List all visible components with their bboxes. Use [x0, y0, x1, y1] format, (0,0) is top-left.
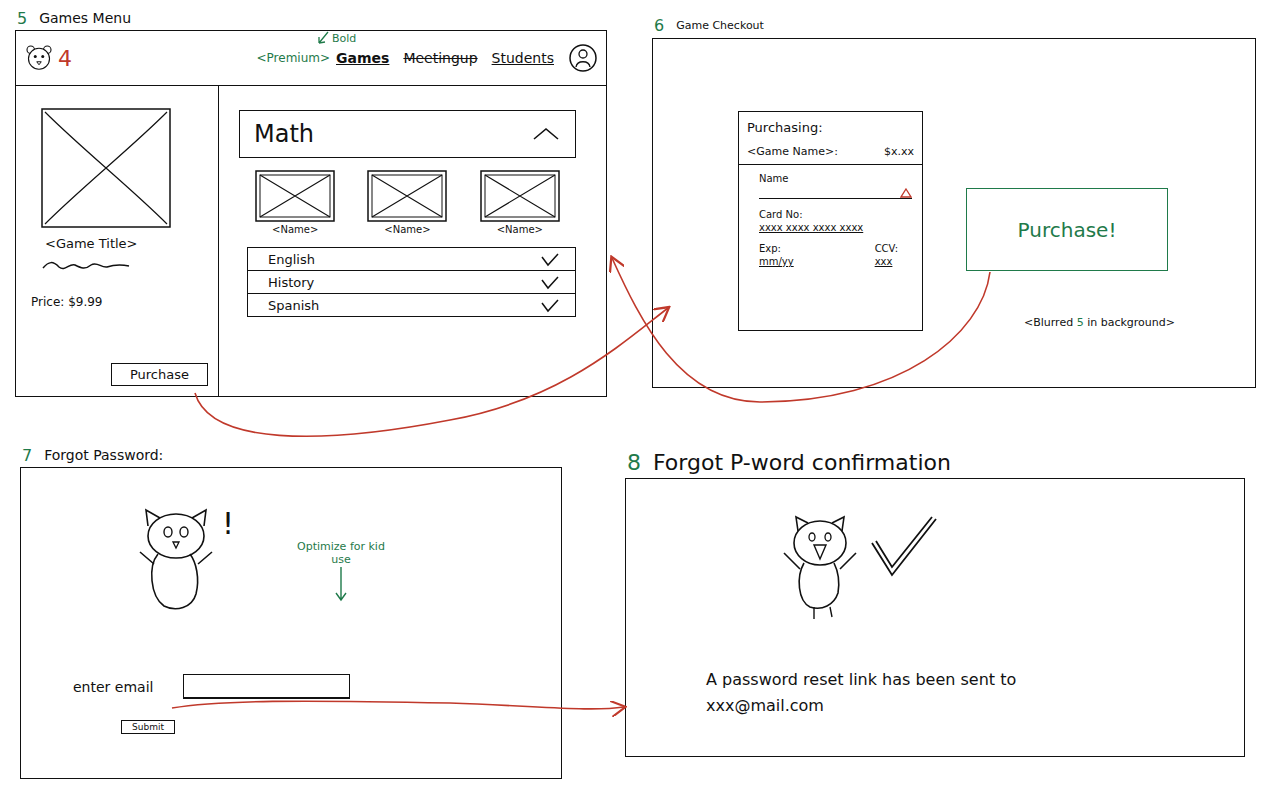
forgot-password-frame: ! Optimize for kid use enter email Submi…	[20, 467, 562, 779]
name-field[interactable]: Name	[739, 165, 922, 201]
nav-item[interactable]: Meetingup	[403, 50, 477, 66]
screen-title: Forgot P-word confirmation	[653, 450, 951, 475]
confirmation-group: 8 Forgot P-word confirmation A password …	[625, 446, 1245, 757]
thumbnail-placeholder-icon	[255, 170, 335, 222]
screen-label: 6 Game Checkout	[652, 12, 1256, 38]
subject-list: English History Spanish	[247, 247, 576, 317]
purchase-button[interactable]: Purchase	[111, 363, 208, 386]
screen-title: Games Menu	[39, 10, 131, 26]
subject-row[interactable]: History	[248, 271, 575, 294]
nav-item[interactable]: Students	[492, 50, 554, 66]
annotation-text: Optimize for kid use	[286, 540, 396, 566]
check-icon	[541, 253, 559, 267]
field-label: CCV:	[875, 243, 898, 254]
bear-mascot-icon	[136, 506, 216, 616]
bold-annotation: Bold	[316, 31, 356, 45]
chevron-up-icon	[531, 126, 561, 142]
subject-name: English	[268, 252, 315, 267]
subject-row[interactable]: English	[248, 248, 575, 271]
thumbnail-name: <Name>	[272, 224, 318, 235]
subject-dropdown[interactable]: Math	[239, 110, 576, 158]
flow-arrow	[172, 701, 624, 709]
checkout-group: 6 Game Checkout Purchasing: <Game Name>:…	[652, 12, 1256, 388]
short-field[interactable]: CCV: xxx	[855, 235, 908, 269]
field-label: Exp:	[759, 243, 794, 254]
field-label: Name	[759, 173, 912, 184]
game-image-placeholder-icon	[41, 108, 171, 228]
description-squiggle-icon	[41, 259, 131, 273]
wireframe-canvas: 5 Games Menu 4 <Premium> Games Meetingup S…	[0, 0, 1272, 788]
games-menu-frame: 4 <Premium> GamesMeetingupStudents Bold …	[15, 30, 607, 397]
flow-arrow	[612, 258, 990, 402]
purchase-confirm-button[interactable]: Purchase!	[966, 188, 1168, 271]
nav-item[interactable]: Games	[336, 50, 389, 66]
subject-row[interactable]: Spanish	[248, 294, 575, 316]
field-label: Card No:	[759, 209, 912, 220]
game-name: <Game Name>:	[747, 145, 838, 158]
happy-bear-check-icon	[776, 513, 946, 623]
field-value: xxx	[875, 256, 898, 267]
annotation-arrow-icon	[334, 566, 348, 602]
submit-button[interactable]: Submit	[121, 720, 175, 734]
screen-label: 7 Forgot Password:	[20, 443, 562, 467]
subject-name: History	[268, 275, 314, 290]
screen-number: 7	[22, 446, 32, 465]
screen-label: 5 Games Menu	[15, 6, 607, 30]
flow-arrow	[195, 308, 668, 436]
game-title: <Game Title>	[41, 236, 208, 251]
screen-number: 6	[654, 16, 664, 35]
logo-number: 4	[58, 46, 72, 71]
annotation-arrow-icon	[316, 31, 330, 45]
background-note: <Blurred 5 in background>	[966, 316, 1175, 329]
email-label: enter email	[73, 679, 153, 695]
premium-tag: <Premium>	[257, 51, 331, 65]
screen-number: 5	[17, 9, 27, 28]
games-menu-group: 5 Games Menu 4 <Premium> Games Meetingup S…	[15, 6, 607, 397]
check-icon	[541, 276, 559, 290]
thumbnail-name: <Name>	[497, 224, 543, 235]
screen-title: Game Checkout	[676, 19, 764, 32]
field-value: mm/yy	[759, 256, 794, 267]
header-bar: 4 <Premium> Games Meetingup Students Bold	[16, 31, 606, 86]
kid-use-annotation: Optimize for kid use	[286, 540, 396, 602]
alert-mark: !	[222, 506, 234, 541]
short-field[interactable]: Exp: mm/yy	[739, 235, 804, 269]
checkout-card: Purchasing: <Game Name>: $x.xx Name Card…	[738, 111, 923, 331]
summary-label: Purchasing:	[747, 120, 914, 135]
thumbnail-row: <Name> <Name> <Name>	[239, 170, 576, 235]
check-icon	[541, 299, 559, 313]
profile-icon[interactable]	[568, 43, 598, 73]
confirmation-frame: A password reset link has been sent to x…	[625, 478, 1245, 757]
email-input[interactable]	[183, 674, 350, 699]
thumbnail-placeholder-icon	[480, 170, 560, 222]
game-price: Price: $9.99	[31, 295, 208, 309]
nav-bar: <Premium> Games Meetingup Students	[257, 43, 599, 73]
warning-icon	[900, 188, 912, 198]
subject-panel: Math <Name> <Name> <Name> English Histor…	[219, 86, 606, 396]
card-number-field[interactable]: Card No: xxxx xxxx xxxx xxxx	[739, 201, 922, 235]
thumbnail-placeholder-icon	[367, 170, 447, 222]
game-detail-panel: <Game Title> Price: $9.99 Purchase	[16, 86, 219, 396]
screen-title: Forgot Password:	[44, 447, 163, 463]
screen-number: 8	[627, 450, 641, 475]
game-thumbnail[interactable]: <Name>	[480, 170, 560, 235]
confirmation-message: A password reset link has been sent to x…	[706, 667, 1026, 718]
forgot-password-group: 7 Forgot Password: ! Optimize for kid us…	[20, 443, 562, 779]
game-thumbnail[interactable]: <Name>	[367, 170, 447, 235]
flow-arrows	[0, 0, 1272, 788]
logo[interactable]: 4	[24, 43, 72, 73]
field-value: xxxx xxxx xxxx xxxx	[759, 222, 912, 233]
games-body: <Game Title> Price: $9.99 Purchase Math …	[16, 86, 606, 396]
note-number: 5	[1077, 316, 1084, 329]
amount: $x.xx	[884, 145, 914, 158]
subject-name: Spanish	[268, 298, 319, 313]
screen-label: 8 Forgot P-word confirmation	[625, 446, 1245, 478]
purchase-summary: Purchasing: <Game Name>: $x.xx	[739, 112, 922, 165]
bear-logo-icon	[24, 43, 54, 73]
bold-note-text: Bold	[332, 32, 356, 45]
subject-label: Math	[254, 120, 314, 148]
game-thumbnail[interactable]: <Name>	[255, 170, 335, 235]
thumbnail-name: <Name>	[384, 224, 430, 235]
checkout-frame: Purchasing: <Game Name>: $x.xx Name Card…	[652, 38, 1256, 388]
